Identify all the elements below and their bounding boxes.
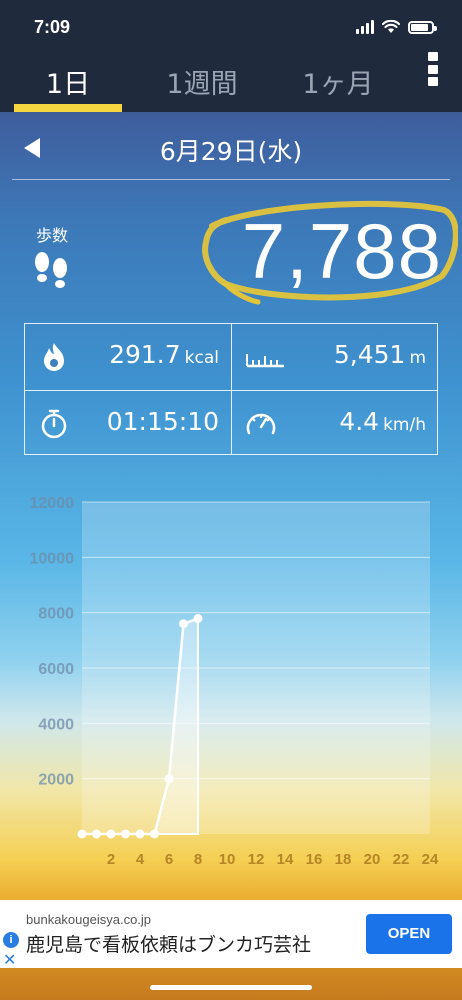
hourly-steps-chart: 2000 4000 6000 8000 10000 12000 2 4 6 8 10 12 14 16 18…	[0, 490, 462, 880]
x-tick-label: 12	[248, 851, 265, 868]
steps-data-point	[92, 829, 101, 839]
x-tick-label: 20	[364, 851, 381, 868]
ad-banner[interactable]: i ✕ bunkakougeisya.co.jp 鹿児島で看板依頼はブンカ巧芸社…	[0, 900, 462, 970]
status-bar: 7:09	[0, 0, 462, 54]
speed-cell: 4.4 km/h	[232, 391, 438, 457]
home-indicator	[150, 985, 312, 990]
x-tick-label: 2	[107, 851, 115, 868]
y-tick-label: 6000	[38, 661, 74, 678]
x-tick-label: 22	[393, 851, 410, 868]
x-tick-label: 18	[335, 851, 352, 868]
stats-grid: 291.7 kcal 5,451 m 01:15:10 4.4 km/h	[24, 323, 438, 455]
active-tab-indicator	[14, 104, 122, 112]
ruler-icon	[246, 354, 284, 368]
steps-data-point	[164, 774, 174, 784]
steps-data-point	[77, 829, 87, 839]
distance-value: 5,451 m	[333, 340, 426, 369]
chart-svg: 200040006000800010000120002 4 6 8 10 12 14 16 18…	[30, 495, 439, 868]
x-tick-label: 24	[422, 851, 439, 868]
y-tick-label: 8000	[38, 606, 74, 623]
calories-cell: 291.7 kcal	[25, 324, 231, 390]
steps-data-point	[179, 619, 188, 629]
steps-data-point	[193, 614, 203, 624]
status-time: 7:09	[34, 16, 71, 37]
ad-open-button[interactable]: OPEN	[366, 914, 452, 954]
ad-domain: bunkakougeisya.co.jp	[26, 912, 152, 927]
speedometer-icon	[246, 413, 276, 435]
battery-level	[411, 23, 428, 31]
date-label: 6月29日(水)	[159, 137, 303, 166]
more-menu-icon[interactable]	[428, 52, 440, 86]
speed-value: 4.4 km/h	[339, 407, 426, 436]
x-tick-label: 16	[306, 851, 323, 868]
date-header: 6月29日(水)	[12, 120, 450, 180]
y-tick-label: 2000	[38, 772, 74, 789]
steps-data-point	[121, 829, 130, 839]
battery-icon	[408, 20, 437, 34]
step-count-value: 7,788	[241, 207, 442, 295]
status-icons	[356, 20, 437, 34]
calories-value: 291.7 kcal	[109, 340, 219, 369]
steps-data-point	[150, 829, 159, 839]
cellular-signal-icon	[356, 20, 374, 34]
tab-day[interactable]: 1日	[14, 62, 122, 102]
tab-week[interactable]: 1週間	[148, 62, 256, 102]
steps-data-point	[106, 829, 116, 839]
duration-cell: 01:15:10	[25, 391, 231, 457]
ad-close-icon[interactable]: ✕	[3, 950, 16, 970]
ad-info-icon[interactable]: i	[3, 932, 19, 948]
x-tick-label: 6	[165, 851, 173, 868]
wifi-icon	[382, 20, 400, 33]
steps-data-point	[135, 829, 145, 839]
y-tick-label: 10000	[30, 550, 75, 567]
duration-value: 01:15:10	[106, 407, 219, 436]
x-tick-label: 14	[277, 851, 294, 868]
x-tick-label: 8	[194, 851, 202, 868]
distance-cell: 5,451 m	[232, 324, 438, 390]
x-tick-label: 10	[219, 851, 236, 868]
ad-title: 鹿児島で看板依頼はブンカ巧芸社	[26, 934, 312, 956]
footprints-icon	[35, 252, 67, 288]
y-tick-label: 4000	[38, 716, 74, 733]
steps-label: 歩数	[36, 226, 69, 245]
stopwatch-icon	[41, 409, 67, 439]
tab-month[interactable]: 1ヶ月	[284, 62, 392, 102]
y-tick-label: 12000	[30, 495, 75, 512]
x-tick-label: 4	[136, 851, 145, 868]
flame-icon	[44, 343, 64, 371]
